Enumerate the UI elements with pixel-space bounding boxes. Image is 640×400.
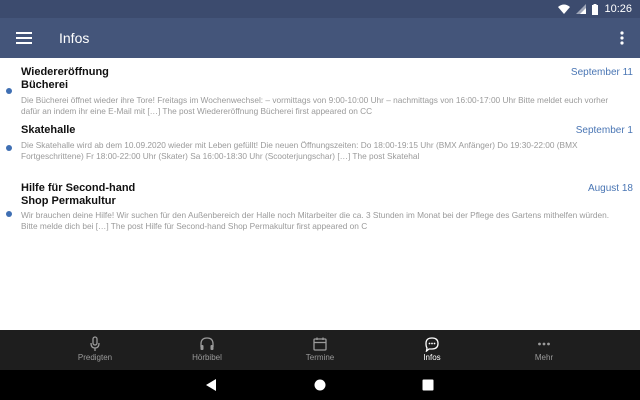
wifi-icon [558, 4, 571, 14]
nav-label: Mehr [534, 353, 554, 362]
article-title-line2: Bücherei [21, 79, 69, 91]
calendar-icon [313, 337, 327, 351]
status-bar: 10:26 [0, 0, 640, 18]
nav-label: Predigten [77, 353, 113, 362]
nav-label: Termine [305, 353, 335, 362]
article-title-line2: Shop Permakultur [21, 195, 116, 207]
chat-bubble-icon [425, 337, 439, 352]
page-title: Infos [59, 30, 90, 46]
home-icon[interactable] [313, 378, 327, 392]
unread-dot [6, 88, 12, 94]
article-title: Skatehalle [21, 124, 76, 136]
status-icons: 10:26 [558, 2, 632, 16]
unread-dot [6, 211, 12, 217]
article-excerpt-line2: dafür an indem ihr eine E-Mail mit […] T… [21, 106, 373, 116]
hamburger-menu-icon[interactable] [16, 29, 32, 47]
system-navigation-bar [0, 370, 640, 400]
battery-icon [592, 3, 599, 15]
article-date: September 1 [575, 125, 633, 136]
headphones-icon [200, 337, 214, 350]
nav-item-predigten[interactable]: Predigten [45, 330, 145, 370]
overflow-menu-icon[interactable] [618, 28, 626, 48]
article-list: Wiedereröffnung Bücherei September 11 Di… [0, 58, 640, 330]
signal-icon [576, 4, 587, 14]
bottom-navigation: Predigten Hörbibel Termine Infos Mehr [0, 330, 640, 370]
nav-label: Infos [423, 353, 441, 362]
back-icon[interactable] [204, 378, 218, 392]
nav-item-infos[interactable]: Infos [382, 330, 482, 370]
list-item[interactable]: Wiedereröffnung Bücherei September 11 Di… [0, 58, 640, 120]
microphone-icon [90, 336, 100, 351]
nav-item-termine[interactable]: Termine [270, 330, 370, 370]
nav-item-mehr[interactable]: Mehr [494, 330, 594, 370]
nav-item-hoerbibel[interactable]: Hörbibel [157, 330, 257, 370]
unread-dot [6, 145, 12, 151]
article-date: September 11 [570, 67, 633, 78]
list-item[interactable]: Skatehalle September 1 Die Skatehalle wi… [0, 120, 640, 180]
nav-label: Hörbibel [192, 353, 222, 362]
article-title: Hilfe für Second-hand [21, 182, 136, 194]
article-date: August 18 [587, 183, 633, 194]
more-dots-icon [538, 342, 550, 346]
article-excerpt-line2: Fortgeschrittene) Fr 18:00-22:00 Uhr (Sk… [21, 151, 420, 161]
recents-icon[interactable] [421, 378, 435, 392]
clock: 10:26 [604, 3, 632, 15]
list-item[interactable]: Hilfe für Second-hand Shop Permakultur A… [0, 180, 640, 240]
app-bar: Infos [0, 18, 640, 58]
article-title: Wiedereröffnung [21, 66, 109, 78]
article-excerpt-line2: Bitte melde dich bei […] The post Hilfe … [21, 221, 368, 231]
